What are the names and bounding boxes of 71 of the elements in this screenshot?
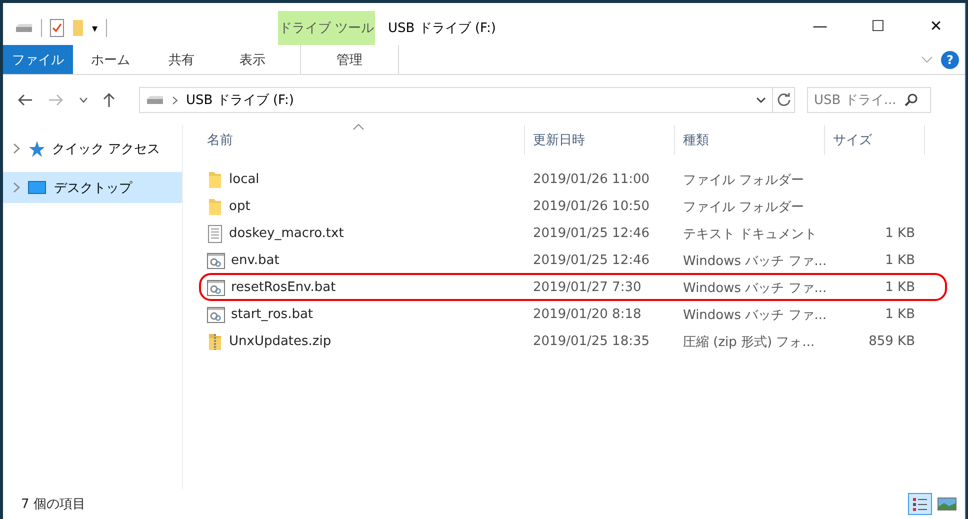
column-header[interactable]: 名前 — [183, 125, 525, 155]
column-header[interactable]: 種類 — [675, 125, 825, 155]
drive-icon — [15, 23, 33, 33]
chevron-down-icon[interactable] — [756, 96, 766, 104]
help-button[interactable]: ? — [941, 50, 959, 68]
chevron-right-icon[interactable] — [13, 143, 20, 154]
refresh-icon — [776, 93, 790, 107]
chevron-right-icon — [172, 96, 178, 104]
back-arrow-icon[interactable] — [17, 94, 33, 106]
file-name[interactable]: doskey_macro.txt — [229, 226, 344, 241]
context-tab-group-label: ドライブ ツール — [278, 11, 375, 45]
minimize-button[interactable]: — — [791, 17, 849, 35]
file-type: 圧縮 (zip 形式) フォ... — [683, 334, 815, 350]
modified-date: 2019/01/26 10:50 — [533, 199, 650, 214]
ribbon-tab[interactable]: 共有 — [146, 45, 217, 74]
search-icon — [904, 93, 918, 107]
text-file-icon — [207, 224, 223, 244]
modified-date: 2019/01/27 7:30 — [533, 280, 642, 295]
file-name[interactable]: resetRosEnv.bat — [231, 280, 336, 295]
gear-file-icon — [207, 280, 225, 296]
modified-date: 2019/01/20 8:18 — [533, 307, 642, 322]
file-type: ファイル フォルダー — [683, 172, 804, 188]
window-title: USB ドライブ (F:) — [387, 20, 497, 38]
file-type: Windows バッチ ファ... — [683, 308, 827, 322]
customize-toolbar-button[interactable]: ▾ — [92, 22, 98, 34]
chevron-right-icon[interactable] — [13, 182, 20, 193]
modified-date: 2019/01/25 18:35 — [533, 334, 650, 349]
navigation-item[interactable]: デスクトップ — [3, 172, 182, 203]
modified-date: 2019/01/26 11:00 — [533, 172, 650, 187]
zip-folder-icon — [207, 332, 223, 352]
details-view-button[interactable] — [908, 493, 932, 515]
modified-date: 2019/01/25 12:46 — [533, 253, 650, 268]
file-type: テキスト ドキュメント — [683, 226, 818, 242]
folder-icon — [207, 170, 223, 190]
address-path[interactable]: USB ドライブ (F:) — [186, 91, 748, 109]
item-count: 7 個の項目 — [21, 496, 86, 513]
gear-file-icon — [207, 306, 225, 322]
file-type: Windows バッチ ファ... — [683, 254, 827, 268]
column-header[interactable]: 更新日時 — [525, 125, 675, 155]
file-name[interactable]: UnxUpdates.zip — [229, 334, 332, 349]
checklist-icon[interactable] — [50, 19, 64, 37]
gear-file-icon — [207, 252, 225, 268]
navigation-item[interactable]: クイック アクセス — [3, 133, 182, 164]
ribbon-tab[interactable]: ファイル — [3, 45, 73, 74]
address-bar[interactable]: USB ドライブ (F:) — [139, 87, 773, 113]
modified-date: 2019/01/25 12:46 — [533, 226, 650, 241]
file-name[interactable]: local — [229, 172, 260, 187]
ribbon-tab[interactable]: 表示 — [217, 45, 288, 74]
file-name[interactable]: opt — [229, 199, 250, 214]
drive-icon — [146, 95, 164, 105]
refresh-button[interactable] — [773, 87, 795, 113]
star-icon — [28, 140, 44, 156]
ribbon-tab[interactable]: 管理 — [300, 45, 399, 74]
file-size: 1 KB — [885, 307, 915, 322]
folder-icon — [207, 196, 223, 216]
file-size: 1 KB — [885, 253, 915, 268]
file-name[interactable]: start_ros.bat — [231, 307, 314, 322]
maximize-button[interactable]: ☐ — [849, 17, 907, 35]
file-size: 1 KB — [885, 226, 915, 241]
search-box[interactable]: USB ドライ... — [807, 87, 931, 113]
file-name[interactable]: env.bat — [231, 253, 280, 268]
file-type: ファイル フォルダー — [683, 200, 804, 214]
monitor-icon — [28, 181, 46, 194]
file-type: Windows バッチ ファ... — [683, 280, 827, 296]
ribbon-tab[interactable]: ホーム — [75, 45, 146, 74]
up-arrow-icon[interactable] — [103, 92, 115, 108]
close-button[interactable]: ✕ — [907, 17, 965, 35]
file-size: 1 KB — [885, 280, 915, 295]
file-size: 859 KB — [868, 334, 915, 349]
column-header[interactable]: サイズ — [825, 125, 925, 155]
chevron-down-icon[interactable] — [79, 97, 88, 103]
